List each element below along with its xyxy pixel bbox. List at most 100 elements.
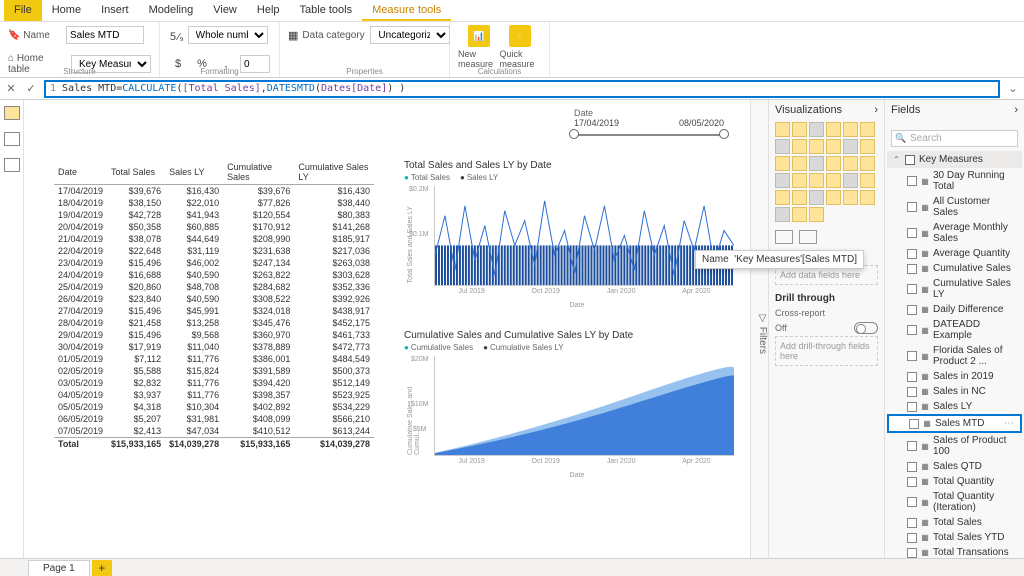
field-total-transations[interactable]: ▦Total Transations <box>887 545 1022 558</box>
field-sales-qtd[interactable]: ▦Sales QTD <box>887 459 1022 474</box>
field-checkbox[interactable] <box>907 441 917 451</box>
viz-type-icon[interactable] <box>826 139 841 154</box>
field-checkbox[interactable] <box>907 176 917 186</box>
viz-type-icon[interactable] <box>809 139 824 154</box>
report-view-icon[interactable] <box>4 106 20 120</box>
format-select[interactable]: Whole number <box>188 26 268 44</box>
field-checkbox[interactable] <box>907 497 917 507</box>
viz-type-icon[interactable] <box>792 207 807 222</box>
chart-total-sales[interactable]: Total Sales and Sales LY by Date Total S… <box>404 160 734 310</box>
field-checkbox[interactable] <box>907 387 917 397</box>
page-tab-1[interactable]: Page 1 <box>28 560 90 576</box>
data-category-select[interactable]: Uncategorized <box>370 26 450 44</box>
field-sales-of-product-100[interactable]: ▦Sales of Product 100 <box>887 433 1022 459</box>
viz-type-icon[interactable] <box>826 122 841 137</box>
viz-type-icon[interactable] <box>809 122 824 137</box>
table-row[interactable]: 01/05/2019$7,112$11,776$386,001$484,549 <box>54 353 374 365</box>
field-checkbox[interactable] <box>907 477 917 487</box>
field-dateadd-example[interactable]: ▦DATEADD Example <box>887 317 1022 343</box>
viz-type-icon[interactable] <box>860 190 875 205</box>
table-header[interactable]: Date <box>54 160 107 185</box>
table-row[interactable]: 17/04/2019$39,676$16,430$39,676$16,430 <box>54 185 374 198</box>
table-header-key-measures[interactable]: ⌃Key Measures <box>887 151 1022 168</box>
date-slicer[interactable]: Date 17/04/2019 08/05/2020 <box>574 108 724 136</box>
formula-commit-icon[interactable]: ✓ <box>24 82 38 96</box>
table-row[interactable]: 27/04/2019$15,496$45,991$324,018$438,917 <box>54 305 374 317</box>
viz-type-icon[interactable] <box>860 122 875 137</box>
viz-type-icon[interactable] <box>775 173 790 188</box>
viz-type-icon[interactable] <box>775 190 790 205</box>
viz-type-icon[interactable] <box>775 207 790 222</box>
quick-measure-button[interactable]: ⚡ Quick measure <box>500 25 542 69</box>
formula-expand-icon[interactable]: ⌄ <box>1006 82 1020 96</box>
viz-type-icon[interactable] <box>792 190 807 205</box>
field-cumulative-sales[interactable]: ▦Cumulative Sales <box>887 261 1022 276</box>
slicer-handle-start[interactable] <box>569 129 579 139</box>
formula-input[interactable]: 1 Sales MTD = CALCULATE( [Total Sales], … <box>44 80 1000 98</box>
field-checkbox[interactable] <box>907 202 917 212</box>
tab-home[interactable]: Home <box>42 0 91 21</box>
field-all-customer-sales[interactable]: ▦All Customer Sales <box>887 194 1022 220</box>
field-checkbox[interactable] <box>907 305 917 315</box>
tab-file[interactable]: File <box>4 0 42 21</box>
viz-type-icon[interactable] <box>792 156 807 171</box>
field-30-day-running-total[interactable]: ▦30 Day Running Total <box>887 168 1022 194</box>
field-checkbox[interactable] <box>907 548 917 558</box>
table-row[interactable]: 23/04/2019$15,496$46,002$247,134$263,038 <box>54 257 374 269</box>
table-row[interactable]: 29/04/2019$15,496$9,568$360,970$461,733 <box>54 329 374 341</box>
viz-type-icon[interactable] <box>860 173 875 188</box>
viz-type-icon[interactable] <box>826 156 841 171</box>
chevron-right-icon[interactable]: › <box>874 104 878 116</box>
viz-type-icon[interactable] <box>843 139 858 154</box>
field-checkbox[interactable] <box>907 402 917 412</box>
viz-type-icon[interactable] <box>860 156 875 171</box>
tab-table-tools[interactable]: Table tools <box>290 0 363 21</box>
field-sales-in-nc[interactable]: ▦Sales in NC <box>887 384 1022 399</box>
measure-name-input[interactable] <box>66 26 144 44</box>
table-row[interactable]: 04/05/2019$3,937$11,776$398,357$523,925 <box>54 389 374 401</box>
table-row[interactable]: 07/05/2019$2,413$47,034$410,512$613,244 <box>54 425 374 438</box>
field-checkbox[interactable] <box>907 284 917 294</box>
table-header[interactable]: Cumulative Sales LY <box>294 160 374 185</box>
table-row[interactable]: 26/04/2019$23,840$40,590$308,522$392,926 <box>54 293 374 305</box>
viz-type-icon[interactable] <box>809 190 824 205</box>
field-checkbox[interactable] <box>907 372 917 382</box>
table-row[interactable]: 24/04/2019$16,688$40,590$263,822$303,628 <box>54 269 374 281</box>
field-florida-sales-of-product-2-[interactable]: ▦Florida Sales of Product 2 ... <box>887 343 1022 369</box>
viz-type-icon[interactable] <box>809 156 824 171</box>
chart-cumulative-sales[interactable]: Cumulative Sales and Cumulative Sales LY… <box>404 330 734 480</box>
slicer-end[interactable]: 08/05/2020 <box>679 118 724 128</box>
viz-type-icon[interactable] <box>809 207 824 222</box>
chevron-right-icon[interactable]: › <box>1014 104 1018 116</box>
cross-report-toggle[interactable] <box>854 322 878 334</box>
field-sales-mtd[interactable]: ▦Sales MTD⋯ <box>887 414 1022 433</box>
field-sales-in-2019[interactable]: ▦Sales in 2019 <box>887 369 1022 384</box>
viz-type-icon[interactable] <box>775 156 790 171</box>
table-row[interactable]: 02/05/2019$5,588$15,824$391,589$500,373 <box>54 365 374 377</box>
tab-view[interactable]: View <box>203 0 247 21</box>
field-checkbox[interactable] <box>907 533 917 543</box>
table-header[interactable]: Total Sales <box>107 160 165 185</box>
viz-type-icon[interactable] <box>843 122 858 137</box>
add-page-button[interactable]: + <box>92 560 112 576</box>
tab-modeling[interactable]: Modeling <box>139 0 204 21</box>
viz-type-icon[interactable] <box>843 190 858 205</box>
viz-type-icon[interactable] <box>843 173 858 188</box>
field-daily-difference[interactable]: ▦Daily Difference <box>887 302 1022 317</box>
field-checkbox[interactable] <box>907 228 917 238</box>
fields-tab-icon[interactable] <box>775 230 793 244</box>
field-checkbox[interactable] <box>907 325 917 335</box>
viz-type-icon[interactable] <box>775 139 790 154</box>
field-checkbox[interactable] <box>907 462 917 472</box>
table-row[interactable]: 05/05/2019$4,318$10,304$402,892$534,229 <box>54 401 374 413</box>
tab-help[interactable]: Help <box>247 0 290 21</box>
viz-type-icon[interactable] <box>809 173 824 188</box>
formula-close-icon[interactable]: ✕ <box>4 82 18 96</box>
field-checkbox[interactable] <box>907 249 917 259</box>
field-total-sales-ytd[interactable]: ▦Total Sales YTD <box>887 530 1022 545</box>
viz-type-icon[interactable] <box>792 173 807 188</box>
field-average-monthly-sales[interactable]: ▦Average Monthly Sales <box>887 220 1022 246</box>
field-total-quantity-iteration-[interactable]: ▦Total Quantity (Iteration) <box>887 489 1022 515</box>
field-checkbox[interactable] <box>907 351 917 361</box>
slicer-handle-end[interactable] <box>719 129 729 139</box>
